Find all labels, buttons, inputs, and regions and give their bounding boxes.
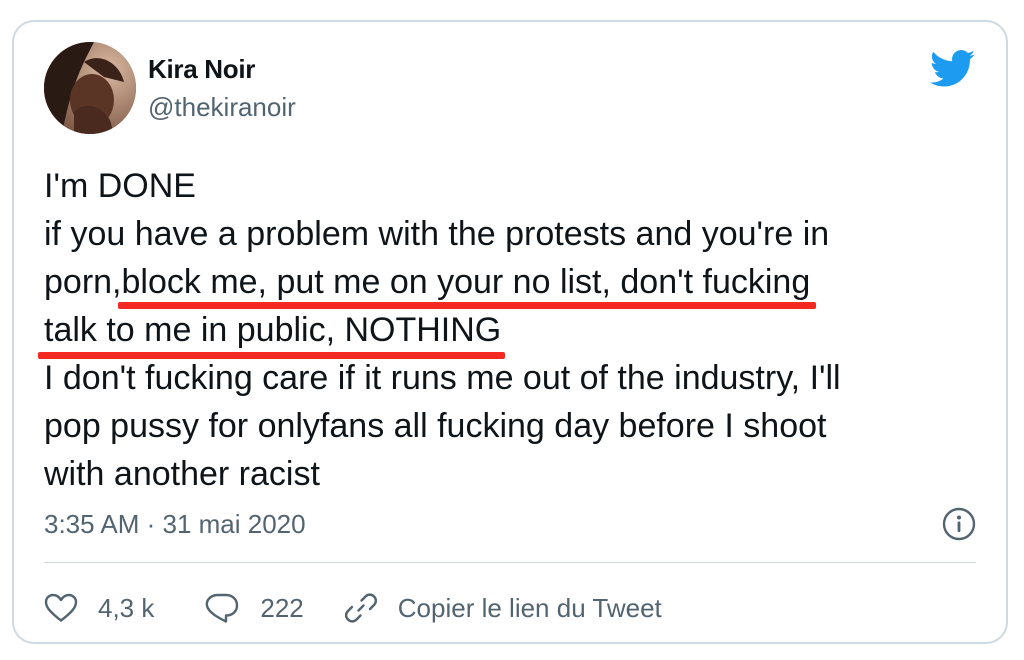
underlined-text: talk to me in public, NOTHING	[44, 311, 502, 349]
like-button[interactable]: 4,3 k	[44, 593, 154, 624]
tweet-line: if you have a problem with the protests …	[44, 215, 830, 253]
avatar[interactable]	[44, 42, 136, 134]
action-bar: 4,3 k 222 Copier le lien du Tweet	[44, 586, 662, 630]
tweet-line: talk to me in public, NOTHING	[44, 306, 984, 354]
tweet-line: I don't fucking care if it runs me out o…	[44, 359, 841, 397]
tweet-text-segment: porn,	[44, 263, 122, 301]
author-handle[interactable]: @thekiranoir	[148, 92, 296, 123]
copy-link-label: Copier le lien du Tweet	[397, 592, 662, 623]
tweet-text: I'm DONE if you have a problem with the …	[44, 162, 984, 498]
speech-bubble-icon	[206, 593, 239, 623]
tweet-card[interactable]: Kira Noir @thekiranoir I'm DONE if you h…	[12, 20, 1008, 644]
tweet-line: I'm DONE	[44, 167, 196, 205]
tweet-timestamp[interactable]: 3:35 AM · 31 mai 2020	[44, 509, 306, 540]
tweet-line: with another racist	[44, 455, 320, 493]
tweet-line: porn,block me, put me on your no list, d…	[44, 258, 984, 306]
heart-icon	[44, 593, 78, 622]
divider	[44, 562, 976, 563]
info-icon[interactable]	[942, 507, 976, 541]
reply-button[interactable]: 222	[204, 592, 304, 624]
link-icon	[344, 593, 377, 623]
like-count: 4,3 k	[98, 592, 155, 623]
underlined-text: block me, put me on your no list, don't …	[121, 263, 811, 301]
reply-count: 222	[260, 592, 304, 623]
author-name[interactable]: Kira Noir	[148, 54, 255, 85]
tweet-line: pop pussy for onlyfans all fucking day b…	[44, 407, 827, 445]
twitter-bird-icon[interactable]	[929, 50, 976, 88]
copy-link-button[interactable]: Copier le lien du Tweet	[344, 591, 662, 625]
